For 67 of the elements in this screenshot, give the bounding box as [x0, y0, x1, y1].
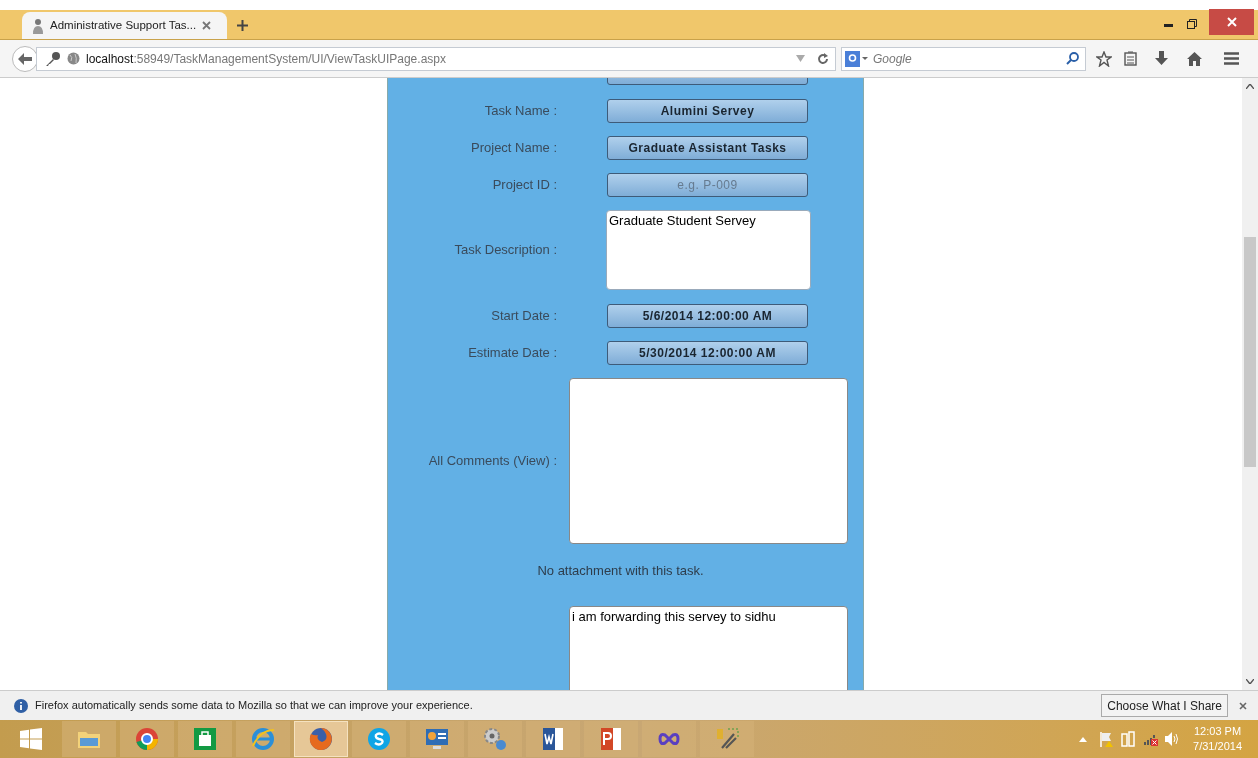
control-panel-icon — [424, 726, 450, 752]
taskbar-button[interactable] — [178, 721, 232, 757]
e-logo-icon — [250, 726, 276, 752]
notification-text: Firefox automatically sends some data to Mozilla so that we can improve your experience. — [35, 698, 473, 714]
browser-tab[interactable]: Administrative Support Tas... — [22, 12, 227, 39]
taskbar-button[interactable] — [120, 721, 174, 757]
text-area[interactable]: Graduate Student Servey — [606, 210, 811, 290]
shopping-bag-icon — [192, 726, 218, 752]
field-label: Project Name : — [470, 139, 557, 158]
new-tab-icon[interactable] — [237, 20, 248, 31]
scroll-up-icon[interactable] — [1246, 84, 1254, 89]
field-label: Estimate Date : — [467, 344, 557, 363]
globe-icon — [67, 52, 80, 65]
field-label: All Comments (View) : — [427, 452, 557, 471]
taskbar-button[interactable] — [584, 721, 638, 757]
document-w-icon — [540, 726, 566, 752]
taskbar-button[interactable] — [642, 721, 696, 757]
close-icon — [1226, 17, 1237, 27]
search-field[interactable]: Google — [841, 46, 1086, 71]
info-icon — [14, 698, 28, 713]
text-field[interactable]: Alumini Servey — [607, 99, 808, 123]
taskbar-button[interactable] — [410, 721, 464, 757]
close-icon[interactable] — [202, 21, 212, 30]
tab-title: Administrative Support Tas... — [50, 17, 197, 33]
network-error-icon[interactable] — [1143, 732, 1160, 746]
reload-icon[interactable] — [817, 52, 829, 65]
search-engine-icon[interactable] — [845, 50, 869, 67]
field-label: Task Name : — [483, 102, 557, 121]
scrollbar-thumb[interactable] — [1244, 237, 1256, 467]
s-logo-icon — [366, 726, 392, 752]
close-icon[interactable] — [1239, 701, 1247, 710]
person-icon — [32, 17, 44, 34]
taskbar-button[interactable] — [700, 721, 754, 757]
home-icon[interactable] — [1187, 51, 1202, 66]
attachment-note: No attachment with this task. — [537, 562, 704, 580]
menu-icon[interactable] — [1224, 52, 1239, 65]
comment-input[interactable]: i am forwarding this servey to sidhu — [569, 605, 848, 690]
taskbar-button[interactable] — [526, 721, 580, 757]
restore-icon[interactable] — [1187, 19, 1197, 29]
scroll-down-icon[interactable] — [1246, 679, 1254, 684]
url-field[interactable]: localhost:58949/TaskManagementSystem/UI/ViewTaskUIPage.aspx — [36, 46, 836, 71]
clipboard-icon[interactable] — [1124, 51, 1137, 66]
search-icon[interactable] — [1066, 52, 1079, 65]
back-button[interactable] — [12, 45, 38, 72]
text-field[interactable]: 5/6/2014 12:00:00 AM — [607, 304, 808, 328]
key-icon — [45, 50, 61, 67]
gears-icon — [482, 726, 508, 752]
flag-icon[interactable] — [1099, 731, 1116, 747]
url-text: localhost:58949/TaskManagementSystem/UI/ViewTaskUIPage.aspx — [86, 50, 446, 68]
choose-share-button[interactable]: Choose What I Share — [1101, 694, 1228, 717]
show-hidden-icon[interactable] — [1079, 736, 1088, 742]
field-label: Task Description : — [453, 241, 557, 260]
dropdown-icon[interactable] — [796, 55, 805, 62]
close-button[interactable] — [1209, 9, 1254, 35]
taskbar-button[interactable] — [294, 721, 348, 757]
search-placeholder: Google — [873, 50, 912, 68]
star-icon[interactable] — [1096, 50, 1112, 67]
text-field[interactable]: 5/30/2014 12:00:00 AM — [607, 341, 808, 365]
field-label: Project ID : — [491, 176, 557, 195]
document-p-icon — [598, 726, 624, 752]
field-label: Start Date : — [490, 307, 557, 326]
start-icon[interactable] — [20, 728, 42, 750]
circle-logo-icon — [134, 726, 160, 752]
text-field[interactable]: Graduate Assistant Tasks — [607, 136, 808, 160]
fox-globe-icon — [308, 726, 334, 752]
download-icon[interactable] — [1155, 51, 1168, 66]
back-arrow-icon — [18, 52, 32, 65]
